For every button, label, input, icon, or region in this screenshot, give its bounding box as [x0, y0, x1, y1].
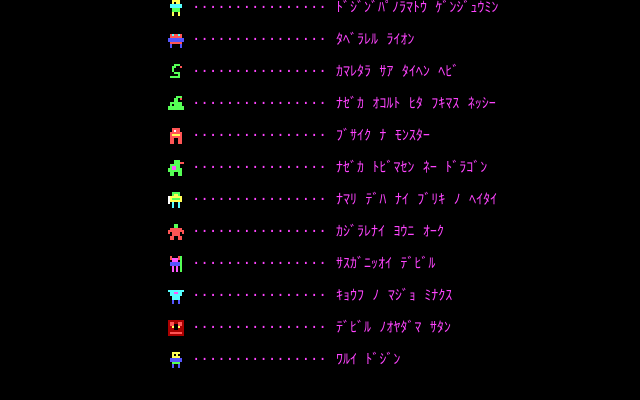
game-screen: ················ ﾄﾞｼﾞﾝﾞﾊﾟﾉﾗﾏﾄｳ ｹﾞﾝｼﾞｭｳﾐﾝ…	[0, 0, 640, 400]
monster-name: ﾀﾍﾞﾗﾚﾙ ﾗｲｵﾝ	[336, 32, 415, 48]
witch-icon	[168, 288, 184, 304]
monster-row: ················ ﾜﾙｲ ﾄﾞｼﾞﾝ	[168, 352, 568, 368]
monster-name: ｶｼﾞﾗﾚﾅｲ ﾖｳﾆ ｵｰｸ	[336, 224, 444, 240]
monster-row: ················ ﾌﾞｻｲｸ ﾅ ﾓﾝｽﾀｰ	[168, 128, 568, 144]
monster-name: ﾜﾙｲ ﾄﾞｼﾞﾝ	[336, 352, 401, 368]
monster-name: ﾌﾞｻｲｸ ﾅ ﾓﾝｽﾀｰ	[336, 128, 430, 144]
skeleton-warrior-icon	[168, 0, 184, 16]
knight-icon	[168, 192, 184, 208]
monster-name: ﾃﾞﾋﾞﾙ ﾉｵﾔﾀﾞﾏ ｻﾀﾝ	[336, 320, 451, 336]
monster-row: ················ ｷｮｳﾌ ﾉ ﾏｼﾞｮ ﾐﾅｸｽ	[168, 288, 568, 304]
monster-row: ················ ﾀﾍﾞﾗﾚﾙ ﾗｲｵﾝ	[168, 32, 568, 48]
monster-name: ｶﾏﾚﾀﾗ ｻｱ ﾀｲﾍﾝ ﾍﾋﾞ	[336, 64, 460, 80]
monster-row: ················ ﾅｾﾞｶ ｵｺﾙﾄ ﾋﾀ ﾌｷﾏｽ ﾈｯｼｰ	[168, 96, 568, 112]
snake-icon	[168, 64, 184, 80]
monster-row: ················ ｶｼﾞﾗﾚﾅｲ ﾖｳﾆ ｵｰｸ	[168, 224, 568, 240]
monster-name: ﾅｾﾞｶ ﾄﾋﾞﾏｾﾝ ﾈｰ ﾄﾞﾗｺﾞﾝ	[336, 160, 488, 176]
beast-icon	[168, 32, 184, 48]
monster-row: ················ ｶﾏﾚﾀﾗ ｻｱ ﾀｲﾍﾝ ﾍﾋﾞ	[168, 64, 568, 80]
monster-row: ················ ﾃﾞﾋﾞﾙ ﾉｵﾔﾀﾞﾏ ｻﾀﾝ	[168, 320, 568, 336]
sea-serpent-icon	[168, 96, 184, 112]
monster-row: ················ ﾅｾﾞｶ ﾄﾋﾞﾏｾﾝ ﾈｰ ﾄﾞﾗｺﾞﾝ	[168, 160, 568, 176]
satan-icon	[168, 320, 184, 336]
orc-icon	[168, 224, 184, 240]
monster-name: ﾅﾏﾘ ﾃﾞﾊ ﾅｲ ﾌﾞﾘｷ ﾉ ﾍｲﾀｲ	[336, 192, 498, 208]
monster-row: ················ ﾅﾏﾘ ﾃﾞﾊ ﾅｲ ﾌﾞﾘｷ ﾉ ﾍｲﾀｲ	[168, 192, 568, 208]
monster-name: ｻｽｶﾞﾆｯｵｲ ﾃﾞﾋﾞﾙ	[336, 256, 436, 272]
monster-name: ｷｮｳﾌ ﾉ ﾏｼﾞｮ ﾐﾅｸｽ	[336, 288, 453, 304]
villain-icon	[168, 352, 184, 368]
monster-row: ················ ｻｽｶﾞﾆｯｵｲ ﾃﾞﾋﾞﾙ	[168, 256, 568, 272]
monster-name: ﾅｾﾞｶ ｵｺﾙﾄ ﾋﾀ ﾌｷﾏｽ ﾈｯｼｰ	[336, 96, 496, 112]
monster-name: ﾄﾞｼﾞﾝﾞﾊﾟﾉﾗﾏﾄｳ ｹﾞﾝｼﾞｭｳﾐﾝ	[336, 0, 499, 16]
monster-icon	[168, 128, 184, 144]
monster-row: ················ ﾄﾞｼﾞﾝﾞﾊﾟﾉﾗﾏﾄｳ ｹﾞﾝｼﾞｭｳﾐﾝ	[168, 0, 568, 16]
devil-icon	[168, 256, 184, 272]
dragon-icon	[168, 160, 184, 176]
